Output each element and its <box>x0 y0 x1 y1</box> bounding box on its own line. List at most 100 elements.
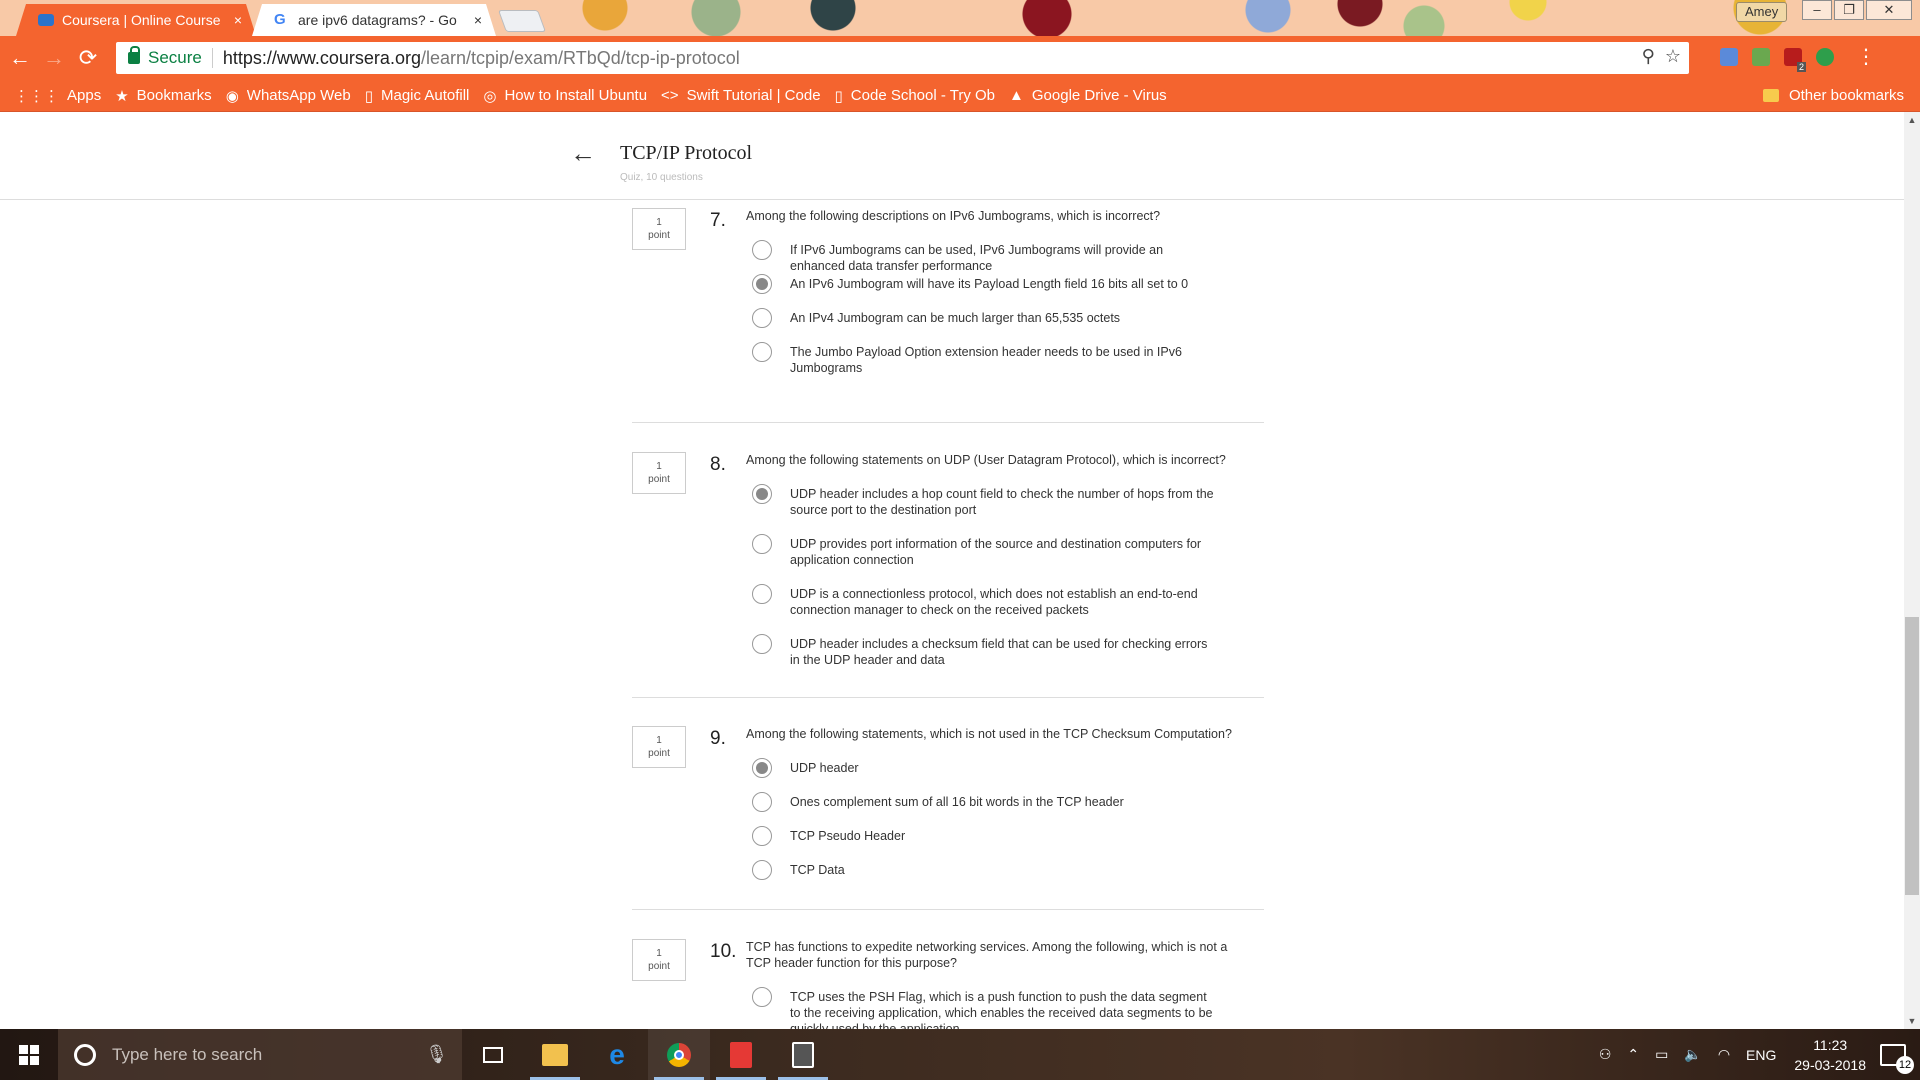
grammar-extension-icon[interactable] <box>1816 47 1834 66</box>
scroll-thumb[interactable] <box>1905 617 1919 895</box>
extension-icons: 2 ⋮ <box>1720 44 1876 72</box>
divider <box>632 697 1264 698</box>
radio-button-selected[interactable] <box>752 484 772 504</box>
bookmark-ubuntu[interactable]: ◎ How to Install Ubuntu <box>483 87 647 105</box>
radio-button[interactable] <box>752 987 772 1007</box>
people-icon[interactable]: ⚇ <box>1599 1046 1612 1063</box>
system-tray: ⚇ ⌃ ▭ 🔈 ◠ ENG 11:23 29-03-2018 12 <box>1591 1029 1920 1080</box>
question-number: 10. <box>710 941 737 962</box>
volume-icon[interactable]: 🔈 <box>1684 1046 1701 1063</box>
points-box: 1 point <box>632 452 686 494</box>
taskbar-acrobat[interactable] <box>710 1029 772 1080</box>
acrobat-icon <box>730 1041 752 1068</box>
bookmarks-bar: ⋮⋮⋮ Apps ★ Bookmarks ◉ WhatsApp Web ▯ Magic … <box>0 80 1920 112</box>
profile-button[interactable]: Amey <box>1736 2 1788 22</box>
radio-button[interactable] <box>752 308 772 328</box>
taskbar-edge[interactable]: e <box>586 1029 648 1080</box>
back-arrow-icon[interactable]: ← <box>570 138 596 169</box>
tab-close-icon[interactable]: × <box>474 12 482 28</box>
radio-button[interactable] <box>752 584 772 604</box>
radio-button-selected[interactable] <box>752 274 772 294</box>
bookmark-whatsapp[interactable]: ◉ WhatsApp Web <box>226 87 351 105</box>
show-hidden-icons-chevron-icon[interactable]: ⌃ <box>1627 1046 1639 1063</box>
action-center-icon[interactable]: 12 <box>1880 1043 1914 1074</box>
tab-google-search[interactable]: G are ipv6 datagrams? - Go × <box>252 4 496 36</box>
divider <box>632 422 1264 423</box>
divider <box>211 48 213 68</box>
taskbar-file-explorer[interactable] <box>524 1029 586 1080</box>
page-icon: ▯ <box>364 87 373 105</box>
language-indicator[interactable]: ENG <box>1746 1047 1776 1063</box>
tab-coursera[interactable]: Coursera | Online Course × <box>16 4 256 36</box>
radio-button[interactable] <box>752 240 772 260</box>
radio-button[interactable] <box>752 342 772 362</box>
reload-button[interactable]: ⟳ <box>74 44 102 72</box>
page-scrollbar[interactable]: ▲ ▼ <box>1904 112 1920 1029</box>
lock-icon <box>128 46 140 64</box>
other-bookmarks-label: Other bookmarks <box>1788 87 1904 104</box>
maximize-button[interactable]: ❐ <box>1834 0 1864 20</box>
tab-title: Coursera | Online Course <box>62 12 221 28</box>
battery-icon[interactable]: ▭ <box>1655 1046 1668 1063</box>
coursera-favicon-icon <box>38 14 54 26</box>
calendar-extension-icon[interactable] <box>1720 47 1738 66</box>
taskbar-calculator[interactable] <box>772 1029 834 1080</box>
close-window-button[interactable]: ✕ <box>1866 0 1912 20</box>
back-button[interactable]: ← <box>6 44 34 72</box>
new-tab-button[interactable] <box>497 10 547 32</box>
calculator-icon <box>792 1041 814 1068</box>
apps-grid-icon: ⋮⋮⋮ <box>14 87 59 105</box>
drive-icon: ▲ <box>1009 87 1024 104</box>
radio-button[interactable] <box>752 634 772 654</box>
radio-button[interactable] <box>752 792 772 812</box>
code-icon: <> <box>661 87 679 104</box>
bookmark-code-school[interactable]: ▯ Code School - Try Ob <box>835 87 996 105</box>
clock[interactable]: 11:23 29-03-2018 <box>1794 1035 1866 1075</box>
scroll-down-arrow-icon[interactable]: ▼ <box>1904 1013 1920 1029</box>
bookmark-apps[interactable]: ⋮⋮⋮ Apps <box>14 87 101 105</box>
taskbar-search[interactable]: Type here to search 🎙 <box>58 1029 462 1080</box>
microphone-icon[interactable]: 🎙 <box>425 1044 448 1065</box>
points-box: 1 point <box>632 726 686 768</box>
tab-strip: Coursera | Online Course × G are ipv6 da… <box>0 0 1920 36</box>
radio-button-selected[interactable] <box>752 758 772 778</box>
wifi-icon[interactable]: ◠ <box>1718 1046 1730 1063</box>
tab-close-icon[interactable]: × <box>234 12 242 28</box>
points-box: 1 point <box>632 939 686 981</box>
extension-badge: 2 <box>1796 61 1806 72</box>
zoom-icon[interactable]: ⚲ <box>1642 46 1655 67</box>
bookmark-swift[interactable]: <> Swift Tutorial | Code <box>661 87 820 104</box>
bookmark-google-drive[interactable]: ▲ Google Drive - Virus <box>1009 87 1167 104</box>
cortana-icon <box>74 1043 96 1066</box>
question-number: 7. <box>710 210 726 231</box>
question-text: Among the following statements on UDP (U… <box>746 453 1226 467</box>
forward-button[interactable]: → <box>40 44 68 72</box>
question-text: Among the following descriptions on IPv6… <box>746 209 1161 223</box>
chrome-icon <box>667 1042 691 1067</box>
bookmark-bookmarks[interactable]: ★ Bookmarks <box>115 87 211 105</box>
start-button[interactable] <box>0 1029 58 1080</box>
question-text: Among the following statements, which is… <box>746 727 1232 741</box>
task-view-button[interactable] <box>462 1029 524 1080</box>
arrow-extension-icon[interactable] <box>1752 47 1770 66</box>
page-title: TCP/IP Protocol <box>620 142 753 164</box>
task-view-icon <box>483 1046 503 1063</box>
chrome-menu-icon[interactable]: ⋮ <box>1856 44 1876 69</box>
radio-button[interactable] <box>752 860 772 880</box>
radio-button[interactable] <box>752 534 772 554</box>
bookmark-magic-autofill[interactable]: ▯ Magic Autofill <box>365 87 470 105</box>
minimize-button[interactable]: – <box>1802 0 1832 20</box>
radio-button[interactable] <box>752 826 772 846</box>
clock-time: 11:23 <box>1813 1036 1848 1053</box>
scroll-up-arrow-icon[interactable]: ▲ <box>1904 112 1920 128</box>
tab-title: are ipv6 datagrams? - Go <box>298 12 457 28</box>
clock-date: 29-03-2018 <box>1794 1056 1866 1073</box>
taskbar-chrome[interactable] <box>648 1029 710 1080</box>
folder-icon <box>1762 89 1779 102</box>
ublock-extension-icon[interactable]: 2 <box>1784 47 1806 72</box>
address-bar[interactable]: Secure https://www.coursera.org/learn/tc… <box>116 42 1689 74</box>
other-bookmarks[interactable]: Other bookmarks <box>1762 87 1904 104</box>
whatsapp-icon: ◉ <box>225 87 239 105</box>
site-icon: ◎ <box>483 87 497 105</box>
bookmark-star-icon[interactable]: ☆ <box>1665 46 1681 67</box>
